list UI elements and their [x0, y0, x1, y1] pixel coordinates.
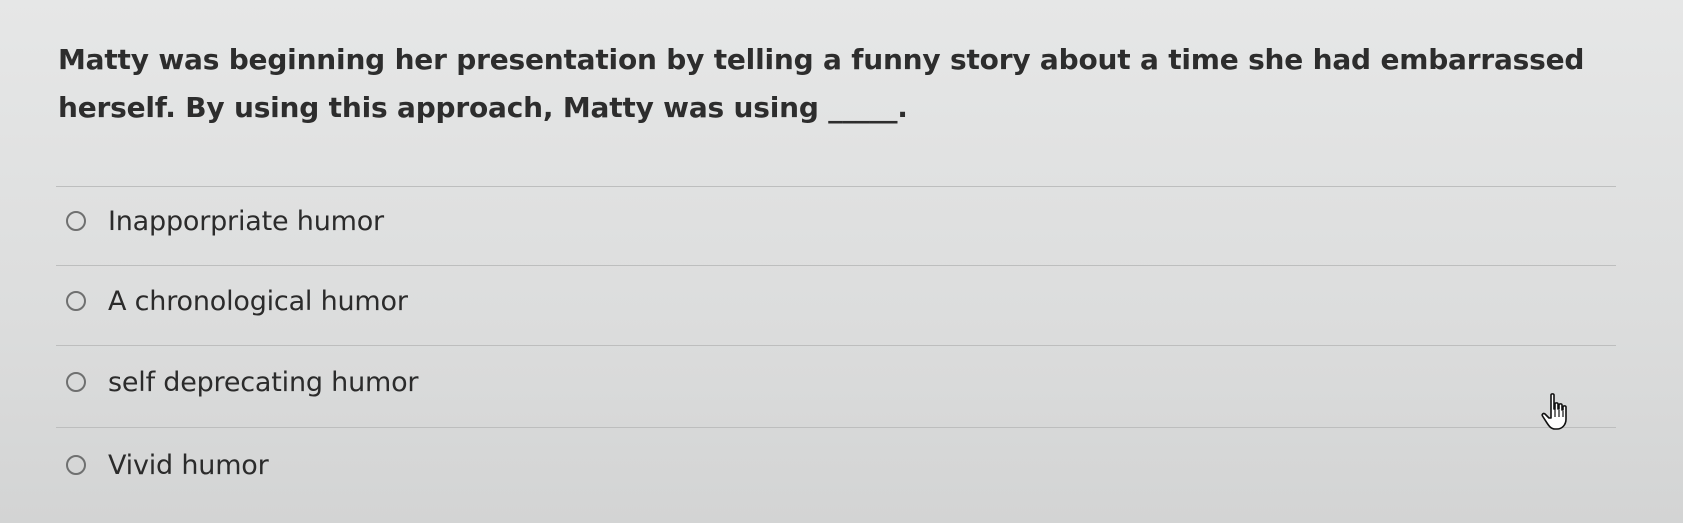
divider [56, 186, 1616, 187]
answer-option-label: Vivid humor [108, 449, 269, 481]
radio-button-icon[interactable] [66, 291, 86, 311]
divider [56, 265, 1616, 266]
divider [56, 345, 1616, 346]
hand-pointer-icon [1541, 393, 1567, 430]
divider [56, 427, 1616, 428]
answer-option-label: Inapporpriate humor [108, 205, 384, 237]
radio-button-icon[interactable] [66, 211, 86, 231]
radio-button-icon[interactable] [66, 455, 86, 475]
answer-option-3[interactable]: self deprecating humor [66, 362, 419, 402]
answer-option-label: self deprecating humor [108, 366, 419, 398]
answer-option-label: A chronological humor [108, 285, 408, 317]
answer-option-4[interactable]: Vivid humor [66, 445, 269, 485]
answer-option-1[interactable]: Inapporpriate humor [66, 201, 384, 241]
radio-button-icon[interactable] [66, 372, 86, 392]
answer-option-2[interactable]: A chronological humor [66, 281, 408, 321]
question-text: Matty was beginning her presentation by … [58, 43, 1585, 124]
